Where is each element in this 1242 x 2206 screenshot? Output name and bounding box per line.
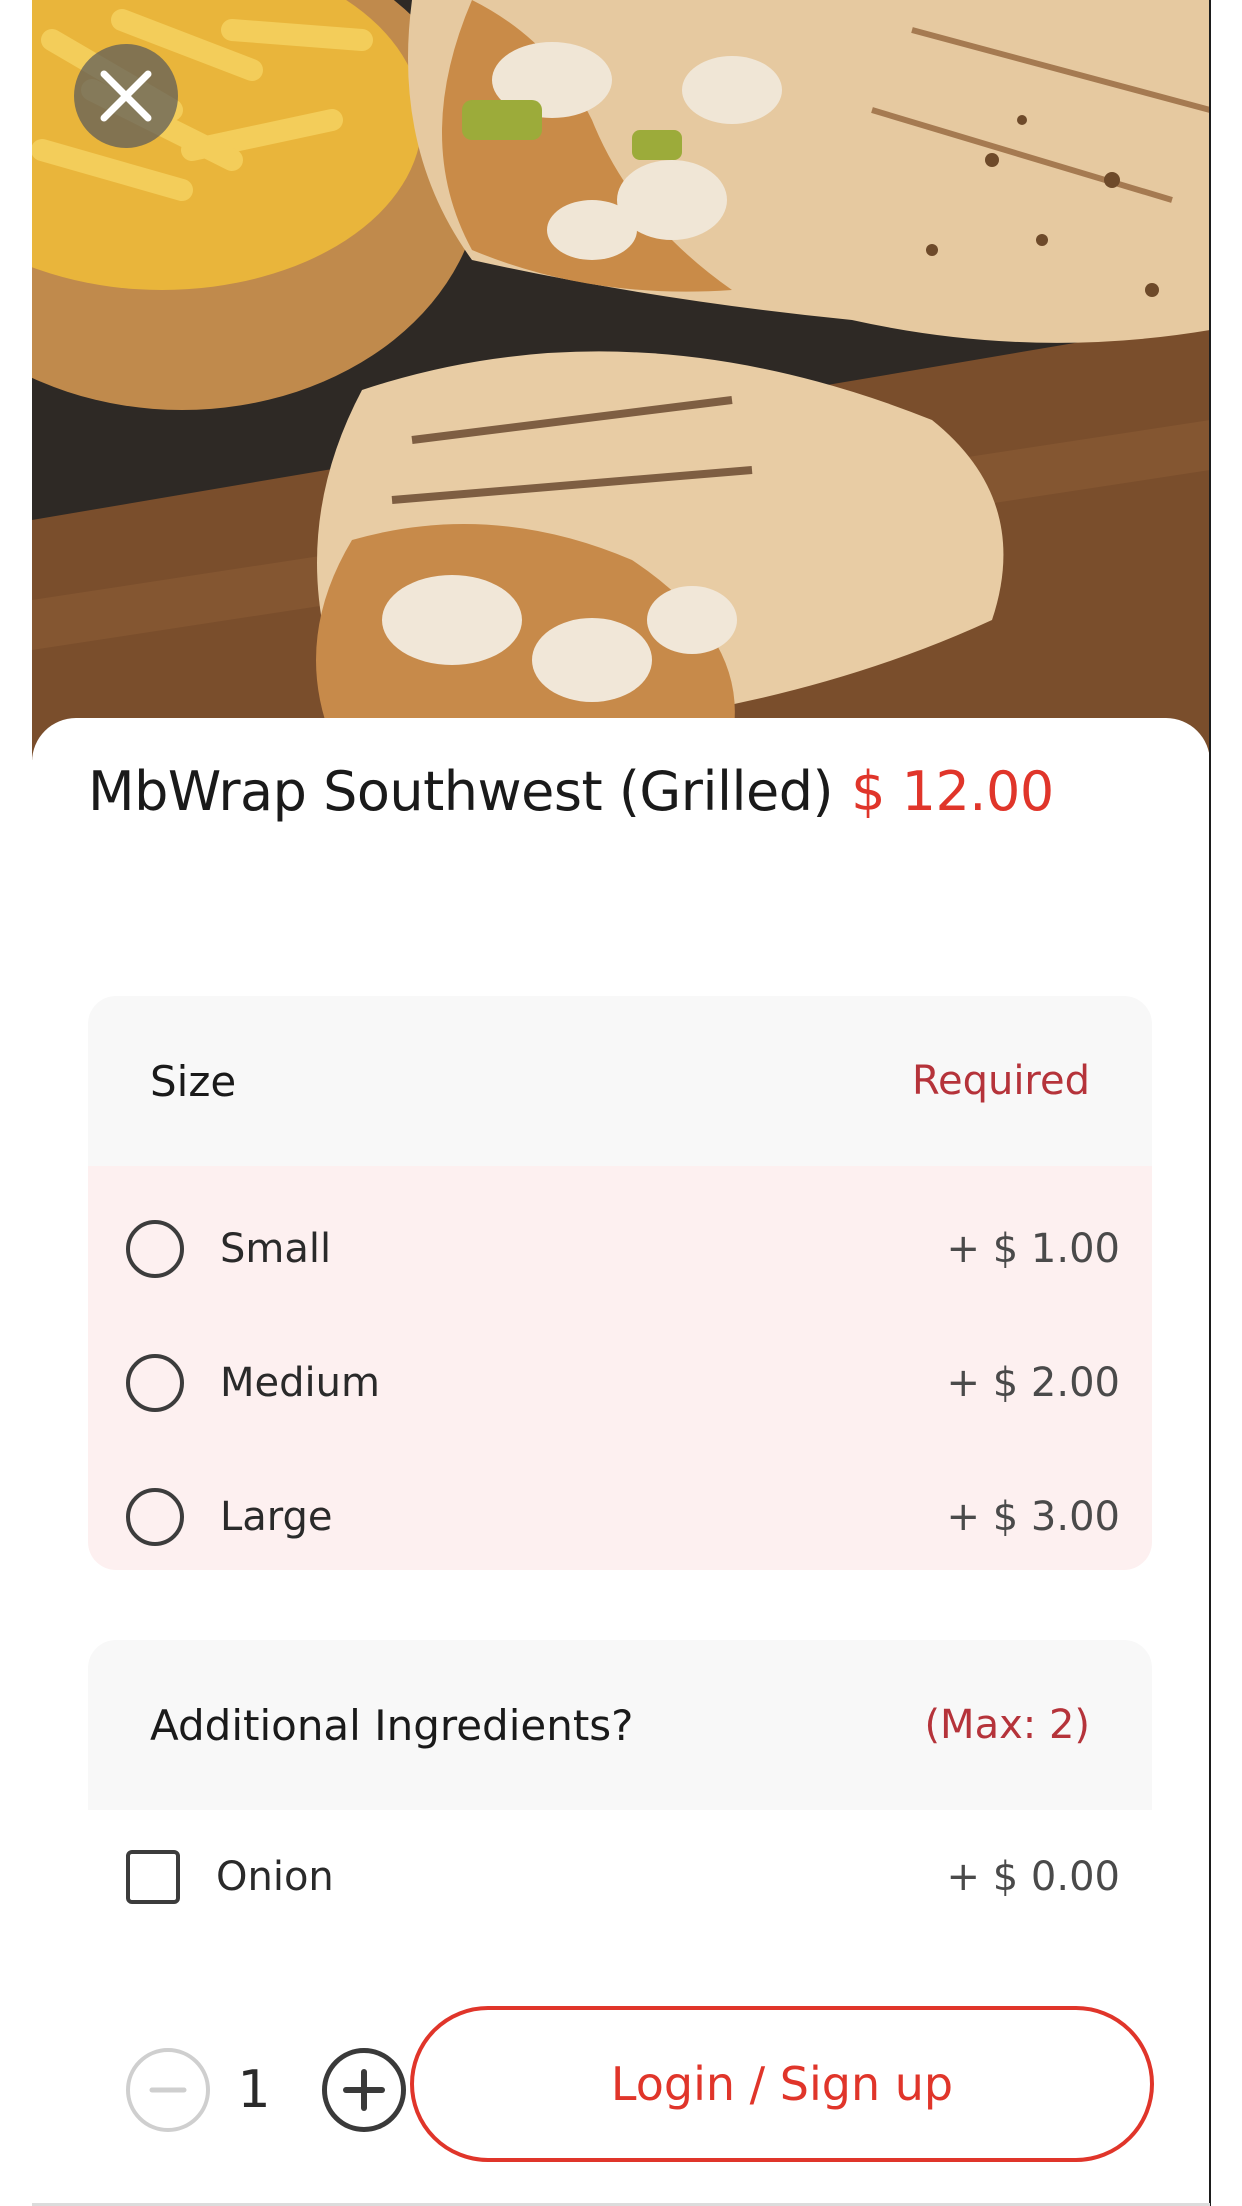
size-section-title: Size xyxy=(150,1056,237,1106)
size-section-header: Size Required xyxy=(88,996,1152,1166)
size-option-label: Small xyxy=(220,1226,332,1272)
size-option-large[interactable]: Large + $ 3.00 xyxy=(88,1450,1152,1584)
size-options-list: Small + $ 1.00 Medium + $ 2.00 Large + $… xyxy=(88,1166,1152,1570)
order-action-row: 1 Login / Sign up xyxy=(88,2006,1186,2174)
quantity-increase-button[interactable] xyxy=(322,2048,406,2132)
food-photo xyxy=(32,0,1210,760)
item-price: $ 12.00 xyxy=(851,760,1054,823)
item-detail-screen: MbWrap Southwest (Grilled) $ 12.00 Size … xyxy=(0,0,1242,2206)
size-required-label: Required xyxy=(911,1058,1090,1104)
checkbox[interactable] xyxy=(126,1850,180,1904)
radio-button[interactable] xyxy=(126,1220,184,1278)
radio-button[interactable] xyxy=(126,1488,184,1546)
size-option-small[interactable]: Small + $ 1.00 xyxy=(88,1182,1152,1316)
radio-button[interactable] xyxy=(126,1354,184,1412)
ingredient-option-price: + $ 0.00 xyxy=(946,1854,1120,1900)
item-detail-sheet: MbWrap Southwest (Grilled) $ 12.00 Size … xyxy=(32,718,1210,2206)
size-option-price: + $ 3.00 xyxy=(946,1494,1120,1540)
item-title-row: MbWrap Southwest (Grilled) $ 12.00 xyxy=(88,760,1178,823)
size-option-label: Large xyxy=(220,1494,333,1540)
quantity-value: 1 xyxy=(237,2060,271,2120)
size-option-medium[interactable]: Medium + $ 2.00 xyxy=(88,1316,1152,1450)
ingredients-section-header: Additional Ingredients? (Max: 2) xyxy=(88,1640,1152,1810)
size-option-label: Medium xyxy=(220,1360,380,1406)
minus-circle-icon xyxy=(149,2087,187,2093)
item-name: MbWrap Southwest (Grilled) xyxy=(88,760,834,823)
ingredients-section-title: Additional Ingredients? xyxy=(150,1700,634,1750)
ingredients-max-label: (Max: 2) xyxy=(924,1702,1090,1748)
frame-edge xyxy=(1209,0,1211,2206)
ingredients-options-list: Onion + $ 0.00 xyxy=(88,1810,1152,1944)
plus-circle-icon xyxy=(343,2069,385,2111)
ingredient-option-label: Onion xyxy=(216,1854,334,1900)
size-option-price: + $ 1.00 xyxy=(946,1226,1120,1272)
ingredient-option-onion[interactable]: Onion + $ 0.00 xyxy=(88,1810,1152,1944)
login-signup-button[interactable]: Login / Sign up xyxy=(410,2006,1154,2162)
close-icon xyxy=(100,70,152,122)
close-button[interactable] xyxy=(74,44,178,148)
size-option-price: + $ 2.00 xyxy=(946,1360,1120,1406)
quantity-decrease-button[interactable] xyxy=(126,2048,210,2132)
